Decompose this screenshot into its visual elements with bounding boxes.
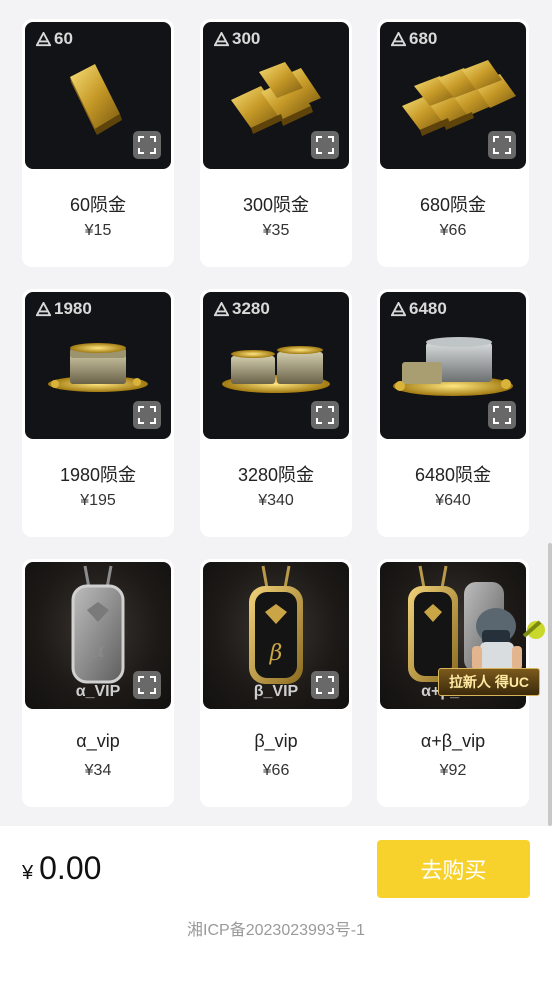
product-card[interactable]: β β_VIP β_vip ¥66 (200, 559, 352, 807)
product-thumbnail: 680 (380, 22, 526, 169)
product-thumbnail: 3280 (203, 292, 349, 439)
product-price: ¥66 (262, 762, 290, 779)
product-title: α+β_vip (420, 731, 486, 751)
expand-icon (138, 136, 156, 154)
total-amount: 0.00 (39, 850, 102, 886)
expand-icon (138, 676, 156, 694)
product-card[interactable]: 1980 1980陨金 ¥195 (22, 289, 174, 537)
product-price: ¥340 (258, 492, 294, 509)
expand-icon (493, 136, 511, 154)
product-card[interactable]: 6480 6480陨金 ¥640 (377, 289, 529, 537)
promo-label: 拉新人 得UC (438, 668, 540, 696)
product-title: 1980陨金 (59, 465, 137, 485)
expand-button[interactable] (488, 401, 516, 429)
product-title: 60陨金 (69, 195, 127, 215)
product-title: 6480陨金 (414, 465, 492, 485)
expand-button[interactable] (311, 131, 339, 159)
product-title: 680陨金 (419, 195, 487, 215)
product-price: ¥66 (439, 222, 467, 239)
promo-floating-banner[interactable]: 拉新人 得UC (436, 600, 548, 696)
currency-symbol: ¥ (22, 862, 34, 884)
product-title: 3280陨金 (237, 465, 315, 485)
expand-button[interactable] (311, 401, 339, 429)
expand-button[interactable] (488, 131, 516, 159)
product-price: ¥34 (84, 762, 112, 779)
expand-icon (493, 406, 511, 424)
product-thumbnail: 60 (25, 22, 171, 169)
product-price: ¥15 (84, 222, 112, 239)
expand-button[interactable] (133, 671, 161, 699)
product-card[interactable]: 300 300陨金 ¥35 (200, 19, 352, 267)
product-card[interactable]: 3280 3280陨金 ¥340 (200, 289, 352, 537)
expand-button[interactable] (133, 131, 161, 159)
svg-text:α: α (91, 638, 106, 663)
product-price: ¥35 (262, 222, 290, 239)
store-page: 60 60陨金 ¥15 300 300陨金 ¥35 680 680陨金 ¥66 … (0, 0, 552, 983)
expand-icon (138, 406, 156, 424)
expand-button[interactable] (133, 401, 161, 429)
product-thumbnail: 300 (203, 22, 349, 169)
svg-text:β: β (269, 641, 283, 666)
expand-icon (316, 676, 334, 694)
product-title: α_vip (76, 731, 120, 751)
product-card[interactable]: 60 60陨金 ¥15 (22, 19, 174, 267)
product-price: ¥92 (439, 762, 467, 779)
product-price: ¥640 (435, 492, 471, 509)
product-title: 300陨金 (242, 195, 310, 215)
product-thumbnail: β β_VIP (203, 562, 349, 709)
product-title: β_vip (254, 731, 298, 751)
buy-button[interactable]: 去购买 (377, 840, 530, 898)
product-card[interactable]: α α_VIP α_vip ¥34 (22, 559, 174, 807)
expand-button[interactable] (311, 671, 339, 699)
product-thumbnail: 6480 (380, 292, 526, 439)
product-price: ¥195 (80, 492, 116, 509)
expand-icon (316, 136, 334, 154)
product-thumbnail: α α_VIP (25, 562, 171, 709)
product-thumbnail: 1980 (25, 292, 171, 439)
expand-icon (316, 406, 334, 424)
total-price: ¥ 0.00 (22, 850, 101, 887)
product-card[interactable]: 680 680陨金 ¥66 (377, 19, 529, 267)
checkout-bar: ¥ 0.00 去购买 湘ICP备2023023993号-1 (0, 826, 552, 983)
icp-license[interactable]: 湘ICP备2023023993号-1 (0, 916, 552, 940)
scrollbar[interactable] (548, 543, 552, 826)
